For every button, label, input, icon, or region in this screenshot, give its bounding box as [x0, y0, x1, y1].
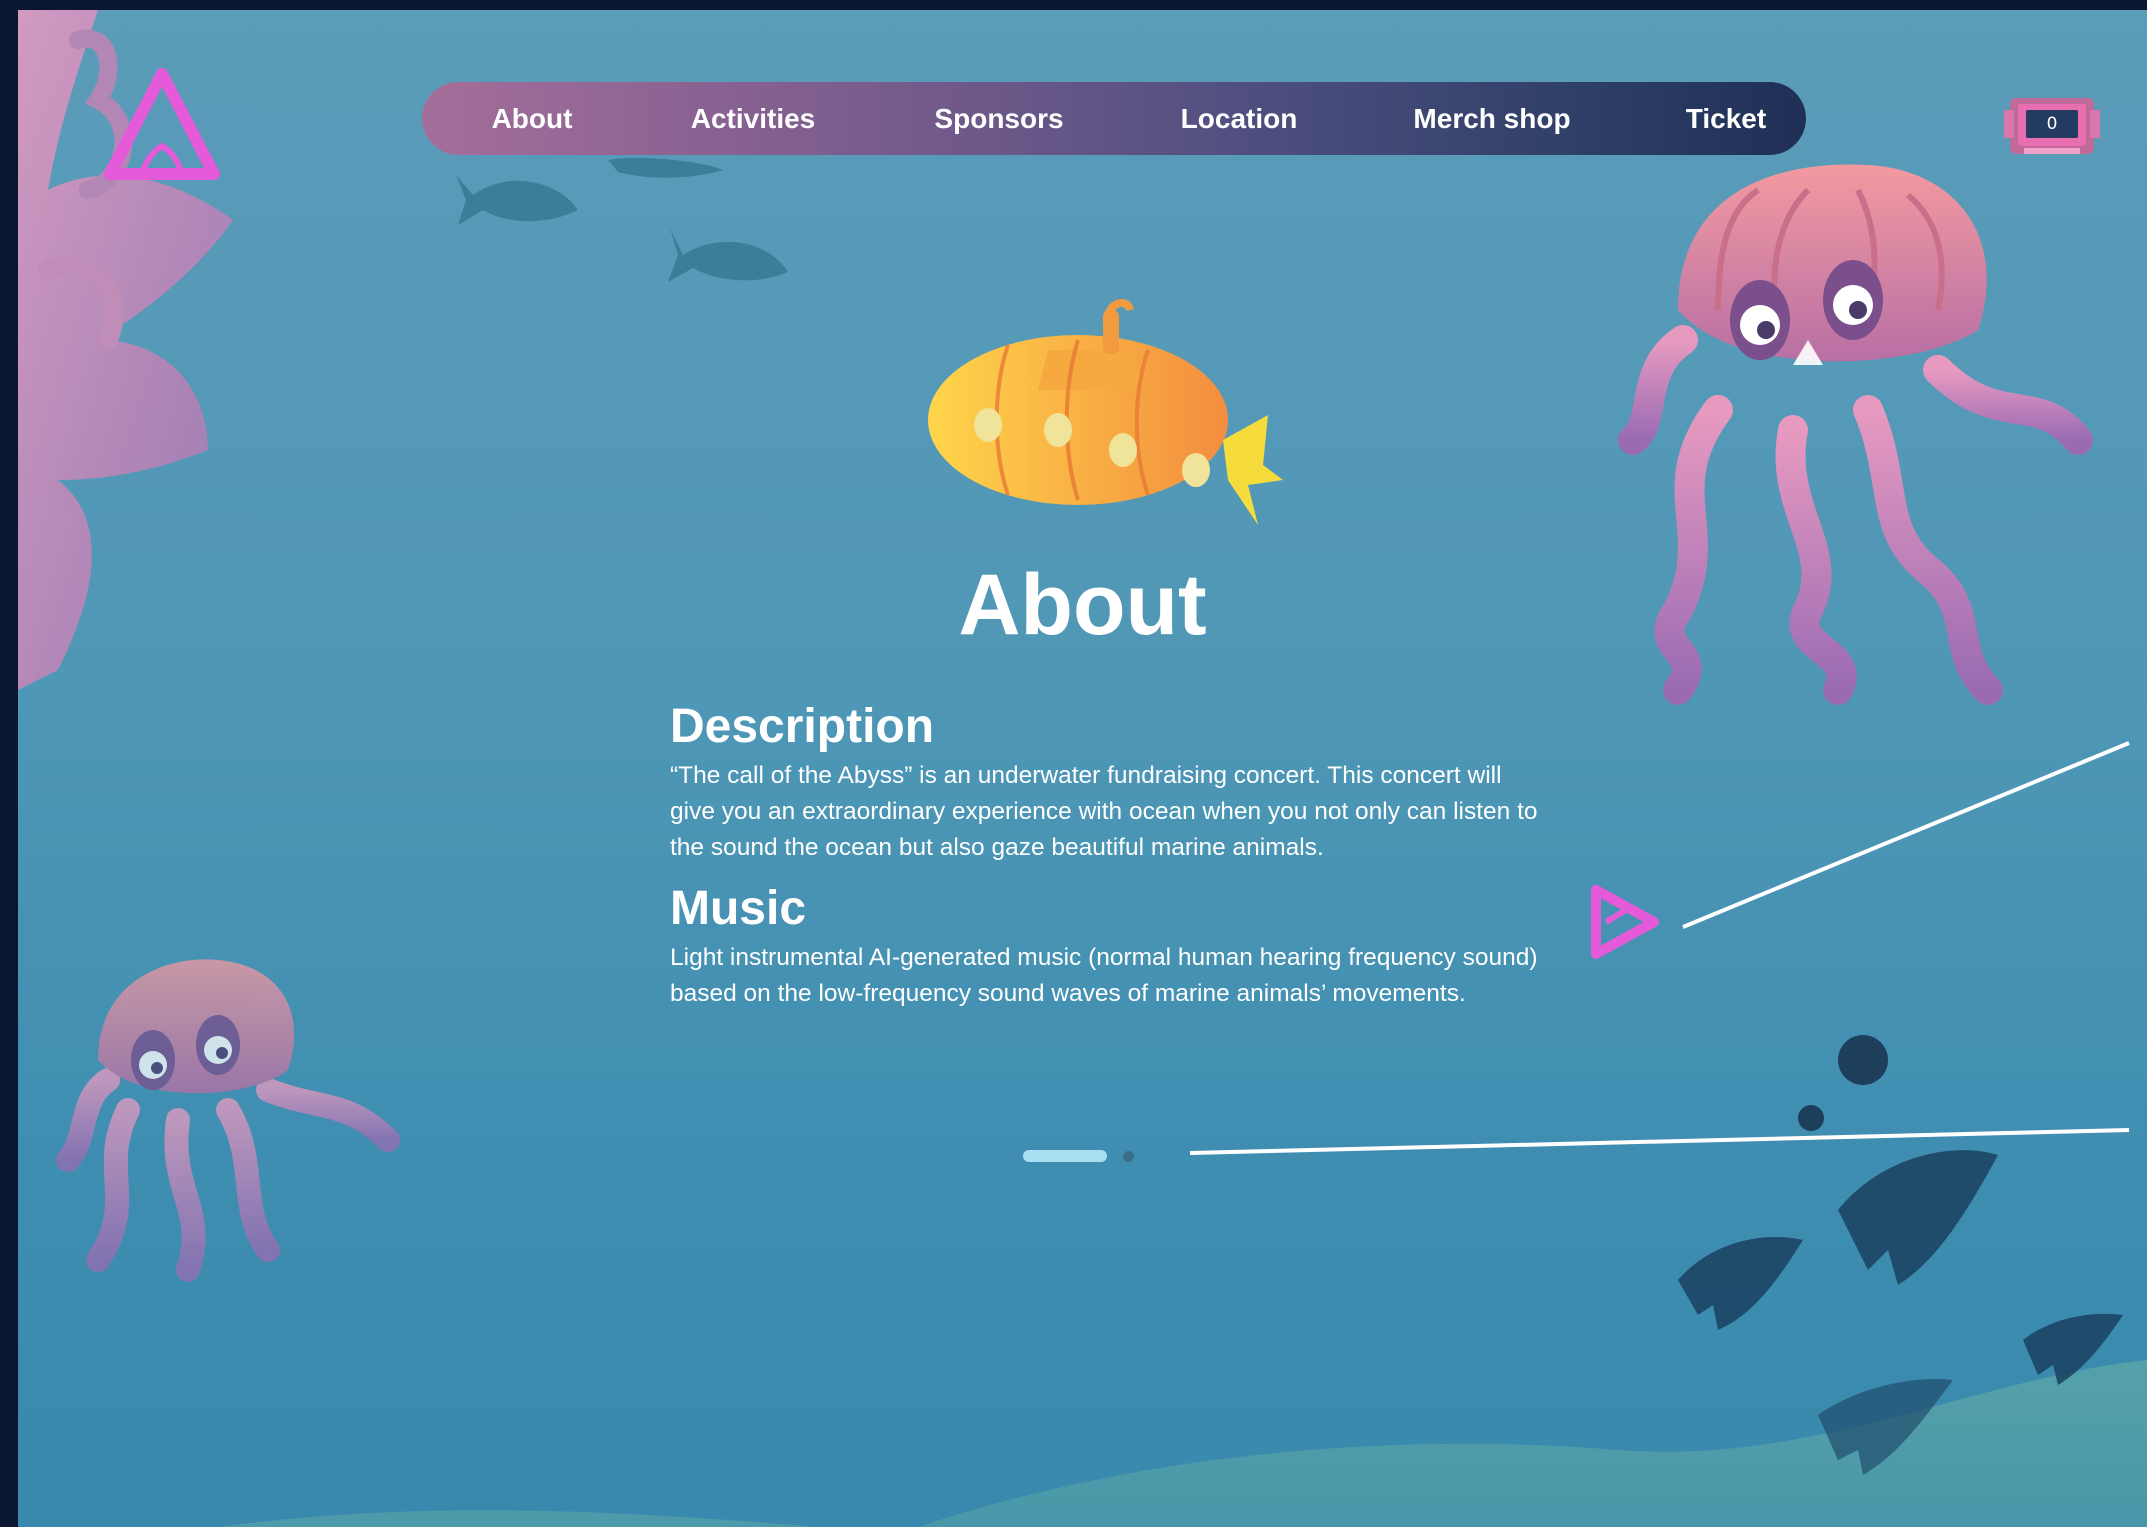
main-nav: About Activities Sponsors Location Merch… — [422, 82, 1806, 155]
ocean-stage: About Activities Sponsors Location Merch… — [18, 10, 2147, 1527]
description-text: “The call of the Abyss” is an underwater… — [670, 762, 1538, 861]
cart-count: 0 — [2046, 114, 2058, 134]
page-indicator-dot[interactable] — [1123, 1151, 1134, 1162]
cart-button[interactable]: 0 — [2004, 90, 2100, 162]
nav-item-about[interactable]: About — [492, 82, 573, 155]
nav-item-ticket[interactable]: Ticket — [1686, 82, 1766, 155]
music-text: Light instrumental AI-generated music (n… — [670, 944, 1538, 1007]
nav-item-merch-shop[interactable]: Merch shop — [1413, 82, 1570, 155]
nav-item-activities[interactable]: Activities — [691, 82, 816, 155]
nav-item-location[interactable]: Location — [1181, 82, 1298, 155]
triangle-logo-icon[interactable] — [102, 66, 222, 186]
submarine-illustration — [928, 299, 1283, 525]
jellyfish-left — [56, 959, 400, 1282]
page-indicator-active[interactable] — [1023, 1150, 1107, 1162]
fish-school-top — [456, 158, 788, 282]
nav-item-sponsors[interactable]: Sponsors — [934, 82, 1063, 155]
description-heading: Description — [670, 700, 935, 753]
pagination — [1023, 1147, 1134, 1167]
bubbles — [1798, 1035, 1888, 1131]
next-arrow-icon[interactable] — [1584, 882, 1664, 962]
page-title: About — [958, 557, 1207, 653]
about-content: Description “The call of the Abyss” is a… — [670, 698, 1550, 1026]
music-heading: Music — [670, 882, 807, 935]
